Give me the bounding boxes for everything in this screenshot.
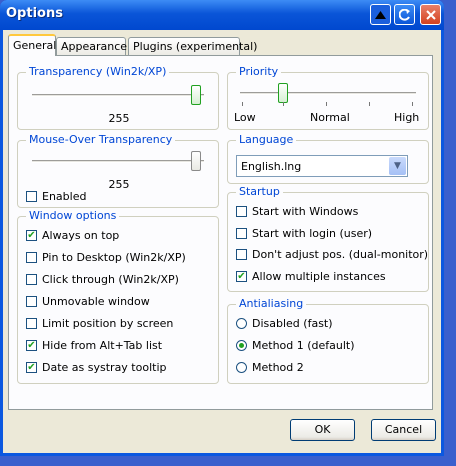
priority-group: Priority Low Normal High [227,65,429,130]
option-date-tooltip[interactable]: ✔ Date as systray tooltip [26,359,167,375]
priority-track [240,92,416,95]
antialias-method-2[interactable]: Method 2 [236,359,304,375]
transparency-track [32,94,204,97]
radio-label: Method 1 (default) [252,338,355,352]
tab-plugins[interactable]: Plugins (experimental) [128,37,257,55]
radio-circle[interactable] [236,317,247,329]
checkbox-box[interactable]: ✔ [26,339,37,351]
checkbox-box[interactable] [236,248,247,260]
group-label: Mouse-Over Transparency [26,133,176,146]
antialias-method-1[interactable]: Method 1 (default) [236,337,355,353]
radio-circle[interactable] [236,361,247,373]
checkbox-label: Date as systray tooltip [42,360,167,374]
general-panel: Transparency (Win2k/XP) 255 Mouse-Over T… [8,55,433,410]
transparency-group: Transparency (Win2k/XP) 255 [17,65,219,130]
ok-button[interactable]: OK [290,419,355,441]
tab-label: General [13,39,57,52]
checkbox-box[interactable] [236,227,247,239]
radio-circle[interactable] [236,339,247,351]
priority-low-label: Low [234,111,256,124]
transparency-slider[interactable] [191,85,201,105]
cancel-button[interactable]: Cancel [371,419,436,441]
mouseover-track [32,160,204,163]
chevron-down-icon[interactable]: ▼ [389,157,406,175]
radio-label: Method 2 [252,360,304,374]
startup-multiple-instances[interactable]: ✔ Allow multiple instances [236,268,386,284]
group-label: Startup [236,185,283,198]
checkbox-box[interactable]: ✔ [26,229,37,241]
checkbox-label: Always on top [42,228,120,242]
checkbox-label: Don't adjust pos. (dual-monitor) [252,247,429,261]
tab-appearance[interactable]: Appearance [56,37,128,55]
group-label: Language [236,133,297,146]
group-label: Antialiasing [236,297,307,310]
checkbox-box[interactable] [26,295,37,307]
priority-normal-label: Normal [310,111,350,124]
window-title: Options [6,6,63,21]
checkbox-label: Start with login (user) [252,226,373,240]
client-area: General Appearance Plugins (experimental… [3,30,441,453]
checkbox-box[interactable] [26,190,37,202]
option-unmovable[interactable]: Unmovable window [26,293,150,309]
checkbox-label: Start with Windows [252,204,359,218]
option-pin-to-desktop[interactable]: Pin to Desktop (Win2k/XP) [26,249,186,265]
enabled-checkbox[interactable]: Enabled [26,188,86,204]
language-select[interactable]: English.lng ▼ [236,155,408,177]
checkbox-label: Pin to Desktop (Win2k/XP) [42,250,186,264]
priority-high-label: High [394,111,420,124]
startup-dual-monitor[interactable]: Don't adjust pos. (dual-monitor) [236,246,428,262]
scroll-up-icon[interactable] [370,4,391,25]
mouseover-slider[interactable] [191,151,201,171]
checkbox-box[interactable] [26,317,37,329]
checkbox-label: Click through (Win2k/XP) [42,272,179,286]
option-hide-alt-tab[interactable]: ✔ Hide from Alt+Tab list [26,337,162,353]
tab-label: Appearance [61,40,128,53]
checkbox-box[interactable]: ✔ [26,361,37,373]
refresh-icon[interactable] [394,4,415,25]
antialias-disabled[interactable]: Disabled (fast) [236,315,333,331]
mouseover-value: 255 [108,178,130,191]
startup-login[interactable]: Start with login (user) [236,225,372,241]
startup-group: Startup Start with Windows Start with lo… [227,185,429,292]
language-selected: English.lng [241,160,302,173]
options-window: Options General Appearance Plugins (expe… [0,0,444,456]
group-label: Window options [26,209,120,222]
checkbox-box[interactable]: ✔ [236,270,247,282]
priority-slider[interactable] [278,83,288,103]
tab-label: Plugins (experimental) [133,40,258,53]
group-label: Transparency (Win2k/XP) [26,65,170,78]
transparency-value: 255 [108,112,130,125]
checkbox-label: Allow multiple instances [252,269,386,283]
checkbox-label: Limit position by screen [42,316,174,330]
checkbox-box[interactable] [236,205,247,217]
option-click-through[interactable]: Click through (Win2k/XP) [26,271,179,287]
tab-general[interactable]: General [8,34,56,56]
mouseover-group: Mouse-Over Transparency 255 Enabled [17,133,219,208]
group-label: Priority [236,65,282,78]
window-options-group: Window options ✔ Always on top Pin to Des… [17,209,219,384]
option-limit-position[interactable]: Limit position by screen [26,315,173,331]
antialiasing-group: Antialiasing Disabled (fast) Method 1 (d… [227,297,429,384]
radio-label: Disabled (fast) [252,316,333,330]
checkbox-box[interactable] [26,251,37,263]
checkbox-label: Enabled [42,189,87,203]
option-always-on-top[interactable]: ✔ Always on top [26,227,119,243]
checkbox-box[interactable] [26,273,37,285]
checkbox-label: Hide from Alt+Tab list [42,338,163,352]
startup-windows[interactable]: Start with Windows [236,203,358,219]
title-bar[interactable]: Options [0,0,444,30]
language-group: Language English.lng ▼ [227,133,429,184]
close-icon[interactable] [420,4,441,25]
checkbox-label: Unmovable window [42,294,150,308]
